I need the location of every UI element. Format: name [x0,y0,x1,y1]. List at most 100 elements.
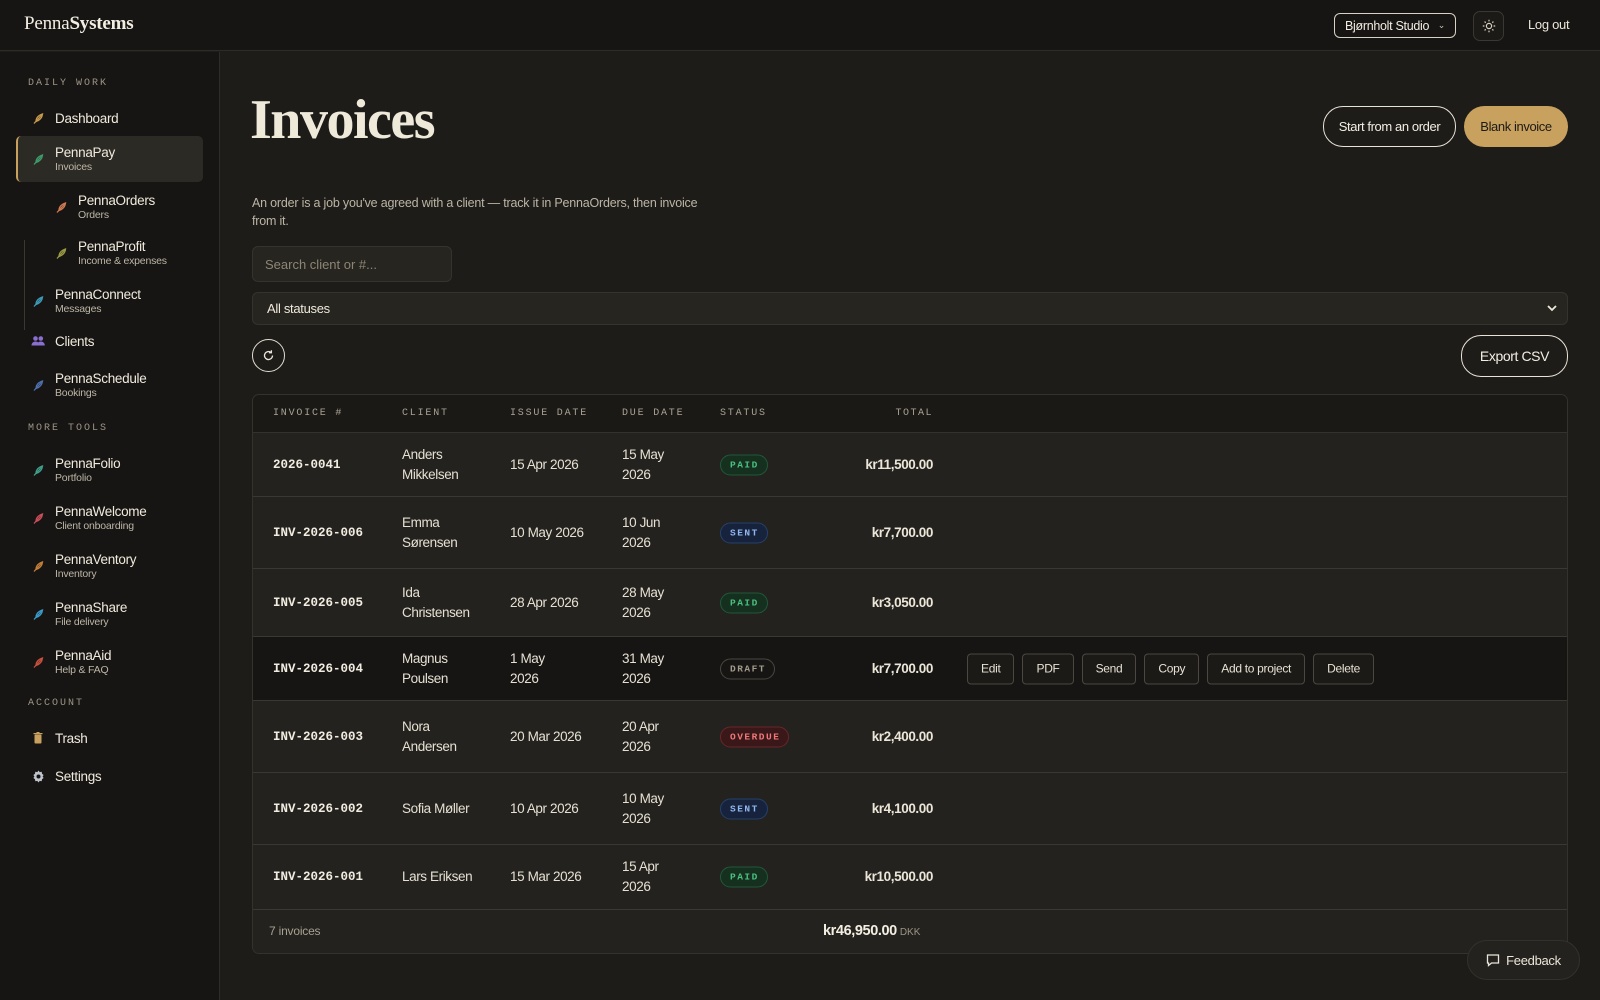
export-csv-button[interactable]: Export CSV [1461,335,1568,377]
feather-icon [31,559,45,573]
invoice-number[interactable]: INV-2026-006 [273,523,363,543]
invoice-total: kr7,700.00 [871,524,934,540]
grand-total: kr46,950.00 DKK [823,923,920,939]
sidebar-item-clients[interactable]: Clients [16,325,203,357]
sidebar-item-trash[interactable]: Trash [16,722,203,754]
sidebar-item-label: PennaOrders [78,193,155,208]
feather-icon [54,200,68,214]
pdf-button[interactable]: PDF [1022,653,1074,684]
status-filter-select[interactable]: All statuses [252,292,1568,325]
add-to-project-button[interactable]: Add to project [1207,653,1306,684]
sidebar-item-pennaprofit[interactable]: PennaProfit Income & expenses [16,230,203,276]
sidebar-item-pennaventory[interactable]: PennaVentory Inventory [16,543,203,589]
workspace-select[interactable]: Bjørnholt Studio ⌄ [1334,13,1456,38]
start-from-order-button[interactable]: Start from an order [1323,106,1456,147]
search-input[interactable] [252,246,452,282]
invoices-table: INVOICE # CLIENT ISSUE DATE DUE DATE STATUS T… [252,394,1568,954]
sidebar-item-pennashare[interactable]: PennaShare File delivery [16,591,203,637]
blank-invoice-button[interactable]: Blank invoice [1464,106,1568,147]
invoice-total: kr2,400.00 [871,728,934,744]
invoice-total: kr3,050.00 [871,594,934,610]
users-icon [31,334,45,348]
sidebar-item-pennaorders[interactable]: PennaOrders Orders [16,184,203,230]
sidebar-item-sublabel: Messages [55,303,102,315]
sidebar-item-pennapay[interactable]: PennaPay Invoices [16,136,203,182]
sidebar-item-pennafolio[interactable]: PennaFolio Portfolio [16,447,203,493]
sidebar-item-pennaaid[interactable]: PennaAid Help & FAQ [16,639,203,685]
column-header[interactable]: STATUS [720,408,767,419]
feedback-label: Feedback [1506,952,1561,968]
column-header[interactable]: DUE DATE [622,408,684,419]
theme-toggle-button[interactable] [1473,11,1504,41]
feather-icon [31,378,45,392]
sidebar-section-title: MORE TOOLS [28,423,109,434]
workspace-label: Bjørnholt Studio [1345,18,1430,33]
issue-date: 10 May 2026 [510,524,584,540]
column-header[interactable]: INVOICE # [273,408,343,419]
feather-icon [54,246,68,260]
status-badge: DRAFT [720,658,776,679]
grand-total-value: kr46,950.00 [823,923,897,939]
column-header[interactable]: ISSUE DATE [510,408,588,419]
invoice-number[interactable]: INV-2026-002 [273,799,363,819]
delete-button[interactable]: Delete [1313,653,1374,684]
client-name: Magnus Poulsen [402,650,448,686]
sidebar-section-title: ACCOUNT [28,698,85,709]
table-row[interactable]: 2026-0041 Anders Mikkelsen 15 Apr 2026 15 M… [253,433,1567,497]
sidebar-item-label: PennaAid [55,648,112,663]
column-header[interactable]: TOTAL [813,408,933,419]
due-date: 20 Apr 2026 [622,718,659,754]
feather-icon [31,511,45,525]
sidebar-item-pennaschedule[interactable]: PennaSchedule Bookings [16,362,203,408]
sidebar-item-sublabel: Inventory [55,568,97,580]
sidebar-item-label: Dashboard [55,110,119,126]
sidebar-item-sublabel: Bookings [55,387,97,399]
sidebar-item-label: PennaWelcome [55,504,147,519]
due-date: 15 Apr 2026 [622,859,659,894]
top-bar: PennaSystems Bjørnholt Studio ⌄ Log out [0,0,1600,51]
sidebar-item-sublabel: Portfolio [55,472,92,484]
copy-button[interactable]: Copy [1144,653,1200,684]
sidebar-item-pennaconnect[interactable]: PennaConnect Messages [16,278,203,324]
feedback-button[interactable]: Feedback [1467,940,1580,980]
issue-date: 1 May 2026 [510,650,545,686]
sun-icon [1482,19,1496,33]
sidebar-item-dashboard[interactable]: Dashboard [16,102,203,134]
invoice-number[interactable]: INV-2026-001 [273,867,363,887]
table-row[interactable]: INV-2026-001 Lars Eriksen 15 Mar 2026 15 Ap… [253,845,1567,910]
status-badge: SENT [720,798,768,819]
currency-code: DKK [899,927,921,938]
sidebar-item-pennawelcome[interactable]: PennaWelcome Client onboarding [16,495,203,541]
sidebar-item-settings[interactable]: Settings [16,760,203,792]
client-name: Lars Eriksen [402,869,473,884]
logout-link[interactable]: Log out [1528,17,1570,32]
invoice-number[interactable]: 2026-0041 [273,455,341,475]
invoice-number[interactable]: INV-2026-003 [273,727,363,747]
feather-icon [31,111,45,125]
brand-second: Systems [69,13,134,34]
table-header: INVOICE # CLIENT ISSUE DATE DUE DATE STATUS T… [253,395,1567,433]
table-row[interactable]: INV-2026-003 Nora Andersen 20 Mar 2026 20 A… [253,701,1567,773]
trash-icon [31,731,45,745]
invoice-total: kr7,700.00 [871,660,934,676]
edit-button[interactable]: Edit [967,653,1015,684]
table-row[interactable]: INV-2026-005 Ida Christensen 28 Apr 2026 28… [253,569,1567,637]
table-row[interactable]: INV-2026-006 Emma Sørensen 10 May 2026 10 J… [253,497,1567,569]
sidebar-item-sublabel: Income & expenses [78,255,167,267]
send-button[interactable]: Send [1081,653,1137,684]
due-date: 10 Jun 2026 [622,514,661,550]
table-row[interactable]: INV-2026-002 Sofia Møller 10 Apr 2026 10 Ma… [253,773,1567,845]
table-row[interactable]: INV-2026-004 Magnus Poulsen 1 May 2026 31 M… [253,637,1567,701]
due-date: 28 May 2026 [622,584,664,620]
column-header[interactable]: CLIENT [402,408,449,419]
sidebar-item-sublabel: Orders [78,209,109,221]
due-date: 15 May 2026 [622,446,664,482]
refresh-button[interactable] [252,339,285,372]
invoice-number[interactable]: INV-2026-005 [273,593,363,613]
feather-icon [31,655,45,669]
sidebar-item-sublabel: Client onboarding [55,520,134,532]
status-badge: SENT [720,522,768,543]
brand-logo[interactable]: PennaSystems [24,13,134,35]
invoice-number[interactable]: INV-2026-004 [273,659,363,679]
sidebar-item-label: Trash [55,730,88,746]
